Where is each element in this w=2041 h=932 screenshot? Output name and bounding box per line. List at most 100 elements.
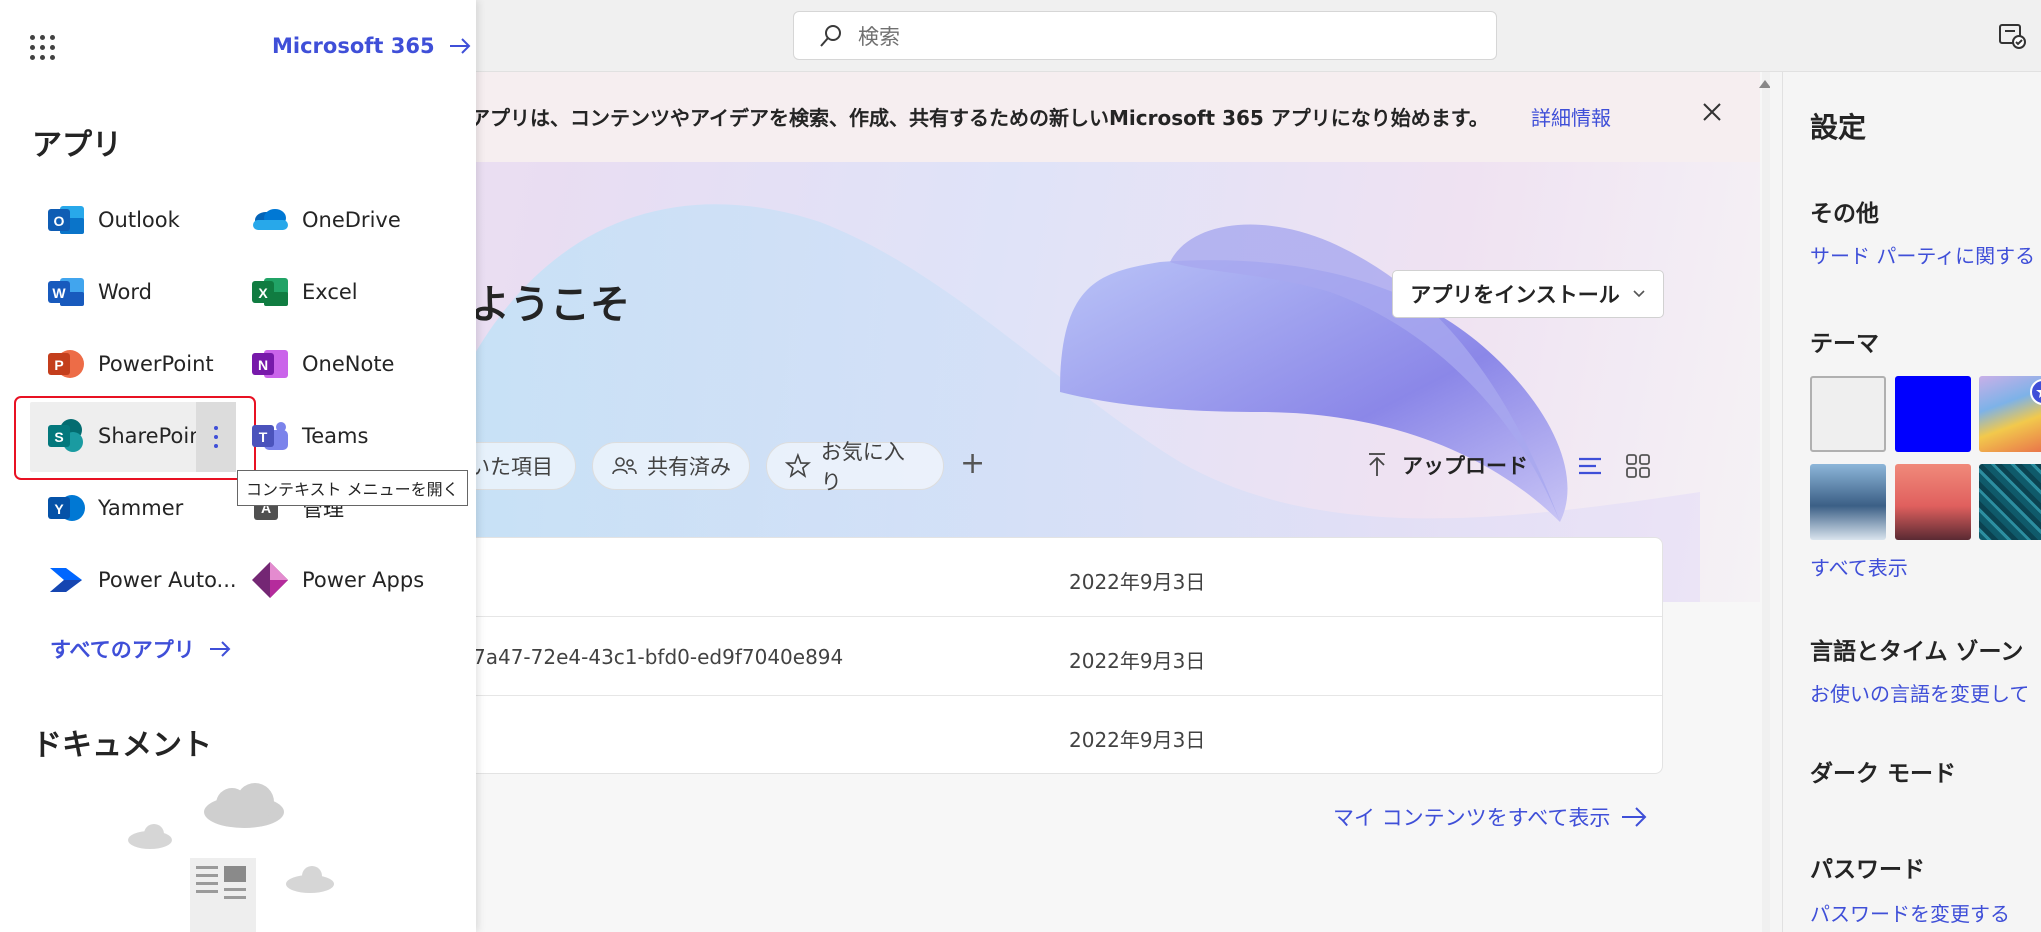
change-password-link[interactable]: パスワードを変更する xyxy=(1810,898,2010,927)
more-options-icon[interactable] xyxy=(196,402,236,472)
search-placeholder: 検索 xyxy=(858,24,900,49)
grid-view-icon[interactable] xyxy=(1624,452,1652,480)
file-name: 7a47-72e4-43c1-bfd0-ed9f7040e894 xyxy=(473,645,844,669)
svg-text:T: T xyxy=(259,429,268,445)
svg-text:Y: Y xyxy=(54,501,64,517)
svg-text:W: W xyxy=(52,285,66,301)
table-row[interactable]: 2022年9月3日 xyxy=(461,538,1662,617)
app-label: Outlook xyxy=(98,208,180,232)
context-menu-tooltip: コンテキスト メニューを開く xyxy=(237,470,468,506)
install-apps-button[interactable]: アプリをインストール xyxy=(1392,270,1664,318)
tasks-icon[interactable] xyxy=(1997,20,2027,50)
theme-heading: テーマ xyxy=(1810,331,1879,357)
empty-documents-illustration xyxy=(128,783,334,932)
arrow-right-icon xyxy=(209,641,231,657)
star-icon xyxy=(785,453,811,478)
learn-more-link[interactable]: 詳細情報 xyxy=(1531,102,1611,131)
table-row[interactable]: 2022年9月3日 xyxy=(461,696,1662,775)
file-date: 2022年9月3日 xyxy=(1069,570,1206,594)
upload-icon xyxy=(1369,453,1385,476)
app-power-automate[interactable]: Power Auto... xyxy=(46,550,246,610)
app-powerpoint[interactable]: P PowerPoint xyxy=(46,334,246,394)
excel-icon: X xyxy=(252,278,288,306)
app-label: SharePoint xyxy=(98,424,211,448)
third-party-link[interactable]: サード パーティに関する xyxy=(1810,240,2035,269)
app-launcher-panel: Microsoft 365 アプリ O Outlook OneDrive W W… xyxy=(0,0,476,932)
arrow-right-icon xyxy=(449,38,470,54)
password-heading: パスワード xyxy=(1810,857,1925,883)
app-onedrive[interactable]: OneDrive xyxy=(250,190,450,250)
word-icon: W xyxy=(48,278,84,306)
theme-show-all-link[interactable]: すべて表示 xyxy=(1810,552,1908,581)
theme-swatch-circuit[interactable] xyxy=(1979,464,2041,540)
search-box[interactable]: 検索 xyxy=(793,11,1497,60)
welcome-heading: ようこそ xyxy=(470,282,630,328)
app-label: PowerPoint xyxy=(98,352,214,376)
app-onenote[interactable]: N OneNote xyxy=(250,334,450,394)
teams-icon: T xyxy=(252,422,288,450)
filter-recent-label: いた項目 xyxy=(469,455,553,479)
app-label: Excel xyxy=(302,280,358,304)
all-apps-link[interactable]: すべてのアプリ xyxy=(50,634,231,664)
app-launcher-icon[interactable] xyxy=(30,35,56,61)
settings-panel: 設定 その他 サード パーティに関する テーマ すべて表示 言語とタイム ゾーン… xyxy=(1782,72,2041,932)
settings-title: 設定 xyxy=(1810,111,1867,144)
language-link[interactable]: お使いの言語を変更して xyxy=(1810,678,2029,707)
scroll-up-icon[interactable] xyxy=(1759,80,1770,88)
upload-label: アップロード xyxy=(1402,454,1528,478)
see-all-content-link[interactable]: マイ コンテンツをすべて表示 xyxy=(1333,802,1648,832)
theme-swatch-light[interactable] xyxy=(1810,376,1886,452)
documents-heading: ドキュメント xyxy=(32,728,212,763)
search-icon xyxy=(820,24,841,47)
app-yammer[interactable]: Y Yammer xyxy=(46,478,246,538)
onenote-icon: N xyxy=(252,350,288,378)
app-outlook[interactable]: O Outlook xyxy=(46,190,246,250)
app-word[interactable]: W Word xyxy=(46,262,246,322)
upload-button[interactable]: アップロード xyxy=(1366,450,1528,480)
app-label: OneNote xyxy=(302,352,395,376)
scrollbar[interactable] xyxy=(1762,72,1770,932)
language-heading: 言語とタイム ゾーン xyxy=(1810,639,2024,665)
app-label: OneDrive xyxy=(302,208,401,232)
install-apps-label: アプリをインストール xyxy=(1410,283,1620,307)
outlook-icon: O xyxy=(48,206,84,234)
star-badge-icon xyxy=(2030,379,2041,405)
theme-swatch-blue[interactable] xyxy=(1895,376,1971,452)
see-all-label: マイ コンテンツをすべて表示 xyxy=(1333,806,1611,830)
list-view-icon[interactable] xyxy=(1576,452,1604,480)
app-teams[interactable]: T Teams xyxy=(250,406,450,466)
powerpoint-icon: P xyxy=(48,350,84,378)
filter-favorites[interactable]: お気に入り xyxy=(766,440,944,494)
file-date: 2022年9月3日 xyxy=(1069,728,1206,752)
microsoft-365-link[interactable]: Microsoft 365 xyxy=(272,34,471,58)
other-heading: その他 xyxy=(1810,201,1879,227)
svg-text:X: X xyxy=(258,285,268,301)
app-power-apps[interactable]: Power Apps xyxy=(250,550,450,610)
svg-text:N: N xyxy=(258,357,268,373)
app-label: Power Apps xyxy=(302,568,425,592)
arrow-right-icon xyxy=(1622,807,1647,827)
svg-text:P: P xyxy=(54,357,63,373)
microsoft-365-label: Microsoft 365 xyxy=(272,34,435,58)
theme-swatch-rainbow[interactable] xyxy=(1979,376,2041,452)
chevron-down-icon xyxy=(1633,290,1645,298)
filter-favorites-label: お気に入り xyxy=(820,440,905,494)
filter-shared[interactable]: 共有済み xyxy=(592,442,750,490)
app-excel[interactable]: X Excel xyxy=(250,262,450,322)
app-label: Teams xyxy=(302,424,369,448)
yammer-icon: Y xyxy=(48,495,85,521)
close-icon[interactable] xyxy=(1700,100,1724,124)
people-icon xyxy=(612,457,637,475)
theme-swatch-sunset[interactable] xyxy=(1895,464,1971,540)
svg-text:S: S xyxy=(54,429,63,445)
theme-swatch-mountain[interactable] xyxy=(1810,464,1886,540)
filter-shared-label: 共有済み xyxy=(647,455,731,479)
power-automate-icon xyxy=(50,568,82,592)
power-apps-icon xyxy=(252,562,288,598)
all-apps-label: すべてのアプリ xyxy=(50,638,195,662)
app-label: Yammer xyxy=(98,496,184,520)
add-filter-icon[interactable]: + xyxy=(960,446,985,481)
table-row[interactable]: 7a47-72e4-43c1-bfd0-ed9f7040e894 2022年9月… xyxy=(461,617,1662,696)
recent-files-table: 2022年9月3日 7a47-72e4-43c1-bfd0-ed9f7040e8… xyxy=(460,537,1663,774)
file-date: 2022年9月3日 xyxy=(1069,649,1206,673)
